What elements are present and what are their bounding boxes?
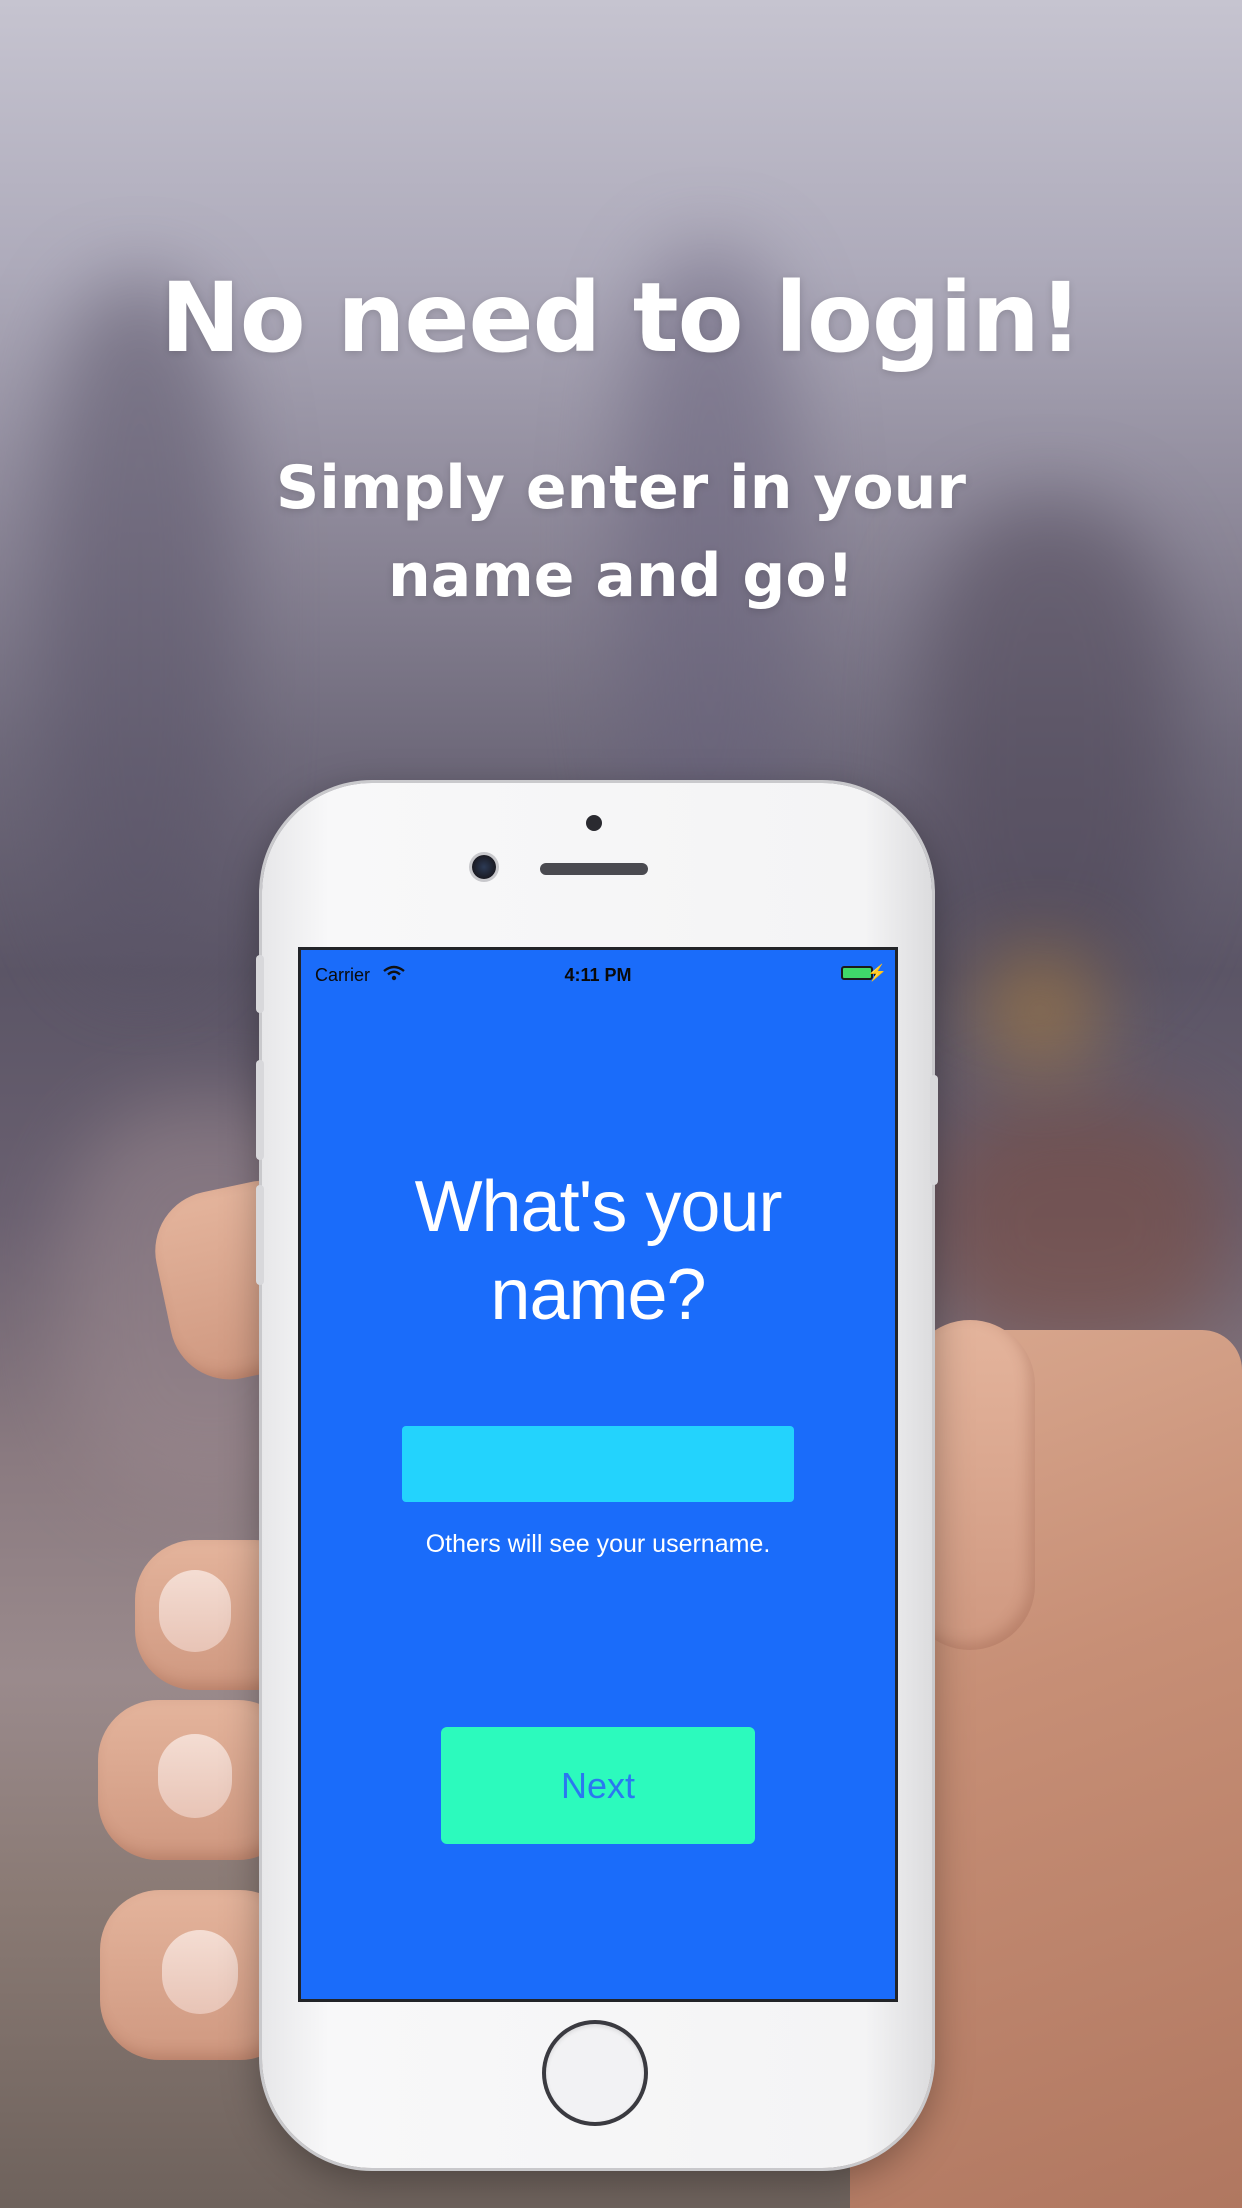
home-button[interactable] bbox=[546, 2024, 644, 2122]
status-bar: Carrier 4:11 PM ⚡ bbox=[301, 950, 895, 985]
bolt-icon: ⚡ bbox=[867, 965, 887, 982]
volume-button bbox=[256, 955, 264, 1013]
proximity-sensor bbox=[586, 815, 602, 831]
question-line-2: name? bbox=[490, 1255, 706, 1335]
name-input[interactable] bbox=[402, 1426, 794, 1502]
power-button bbox=[930, 1075, 938, 1185]
fingernail bbox=[162, 1930, 238, 2014]
status-time: 4:11 PM bbox=[564, 965, 632, 985]
username-hint: Others will see your username. bbox=[425, 1530, 771, 1558]
fingernail bbox=[159, 1570, 231, 1652]
volume-button bbox=[256, 1060, 264, 1160]
promo-subline-line-2: name and go! bbox=[388, 541, 854, 611]
promo-subline-line-1: Simply enter in your bbox=[276, 453, 966, 523]
question-line-1: What's your bbox=[414, 1167, 783, 1247]
promo-subline: Simply enter in your name and go! bbox=[221, 444, 1021, 620]
app-screen: Carrier 4:11 PM ⚡ What's your name? Othe… bbox=[298, 947, 898, 2002]
front-camera bbox=[472, 855, 496, 879]
earpiece-speaker bbox=[540, 863, 648, 875]
fingernail bbox=[158, 1734, 232, 1818]
next-button[interactable]: Next bbox=[441, 1727, 755, 1844]
name-question-heading: What's your name? bbox=[301, 1163, 895, 1339]
volume-button bbox=[256, 1185, 264, 1285]
promo-headline: No need to login! bbox=[160, 262, 1082, 374]
